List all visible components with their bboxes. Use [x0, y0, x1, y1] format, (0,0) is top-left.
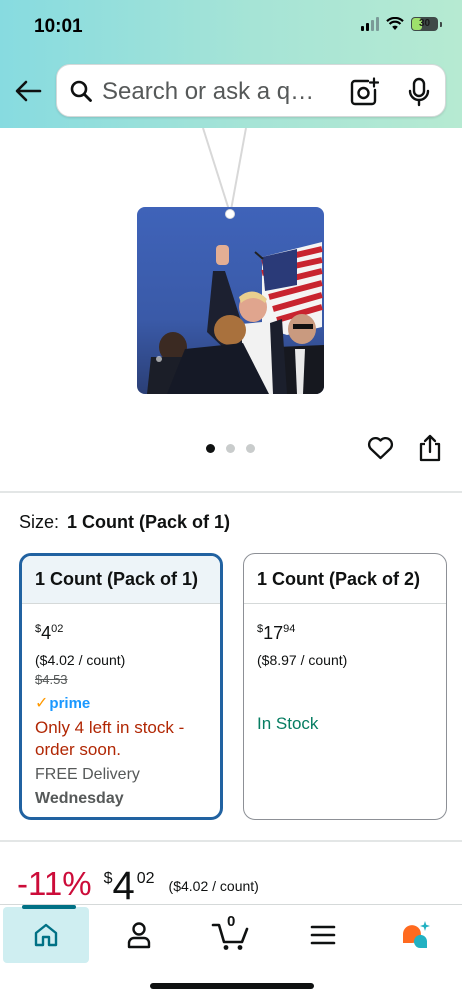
search-icon	[70, 80, 92, 102]
product-image[interactable]	[137, 207, 324, 394]
option-stock-status: Only 4 left in stock - order soon.	[35, 718, 185, 759]
hang-hole	[225, 209, 235, 219]
gallery-dot-3[interactable]	[246, 444, 255, 453]
prime-check-icon: ✓	[35, 695, 49, 712]
search-bar[interactable]: Search or ask a q…	[56, 64, 446, 117]
gallery-dot-2[interactable]	[226, 444, 235, 453]
wifi-icon	[386, 17, 404, 30]
status-icons: 30	[361, 17, 442, 31]
prime-badge: ✓ prime	[35, 694, 91, 713]
option-delivery-day: Wednesday	[35, 790, 124, 807]
gallery-dot-1[interactable]	[206, 444, 215, 453]
price-whole: 4	[112, 864, 135, 908]
status-time: 10:01	[34, 16, 83, 37]
option-stock-status: In Stock	[257, 714, 319, 733]
hanging-string	[202, 128, 247, 211]
account-icon	[127, 922, 151, 949]
section-divider	[0, 491, 462, 493]
battery-level: 30	[418, 18, 431, 29]
size-label: Size:	[19, 512, 60, 532]
option-unit-price: ($4.02 / count)	[35, 652, 126, 668]
battery-icon: 30	[411, 17, 438, 31]
share-icon[interactable]	[418, 434, 442, 462]
active-indicator	[22, 905, 76, 909]
back-arrow-icon[interactable]	[14, 79, 42, 103]
nav-account[interactable]	[99, 907, 179, 963]
gallery-dots[interactable]	[206, 444, 255, 453]
home-indicator-bar	[150, 983, 314, 989]
menu-icon	[310, 925, 336, 945]
camera-lens-icon[interactable]	[349, 77, 379, 107]
rufus-icon	[403, 921, 430, 949]
heart-icon[interactable]	[367, 436, 394, 460]
size-option-pack-of-1[interactable]: 1 Count (Pack of 1) $402 ($4.02 / count)…	[19, 553, 223, 820]
option-title: 1 Count (Pack of 2)	[244, 554, 446, 604]
option-title: 1 Count (Pack of 1)	[22, 556, 220, 604]
home-icon	[34, 923, 58, 947]
signal-icon	[361, 17, 379, 31]
price-fraction: 02	[136, 870, 155, 887]
main-price: -11% $ 4 02 ($4.02 / count)	[17, 862, 259, 910]
product-page: 10:01 30 Search or ask a q… Size: 1 Coun…	[0, 0, 462, 1000]
nav-menu[interactable]	[283, 907, 363, 963]
battery-tip	[440, 21, 442, 27]
option-delivery: FREE Delivery	[35, 766, 140, 783]
section-divider	[0, 840, 462, 842]
microphone-icon[interactable]	[407, 77, 431, 107]
option-unit-price: ($8.97 / count)	[257, 652, 348, 668]
size-value: 1 Count (Pack of 1)	[67, 512, 231, 532]
size-row: Size: 1 Count (Pack of 1)	[19, 512, 230, 533]
option-list-price: $4.53	[35, 672, 68, 687]
cart-count: 0	[227, 913, 236, 930]
discount-percent: -11%	[17, 865, 92, 902]
size-option-pack-of-2[interactable]: 1 Count (Pack of 2) $1794 ($8.97 / count…	[243, 553, 447, 820]
nav-rufus[interactable]	[375, 907, 455, 963]
option-price: $402	[35, 623, 64, 643]
header: 10:01 30 Search or ask a q…	[0, 0, 462, 128]
option-price: $1794	[257, 623, 296, 643]
search-input[interactable]: Search or ask a q…	[102, 78, 314, 106]
price-unit: ($4.02 / count)	[168, 878, 259, 894]
price-currency: $	[103, 870, 113, 887]
product-photo	[147, 242, 324, 394]
nav-cart[interactable]: 0	[191, 907, 271, 963]
nav-home[interactable]	[3, 905, 89, 963]
